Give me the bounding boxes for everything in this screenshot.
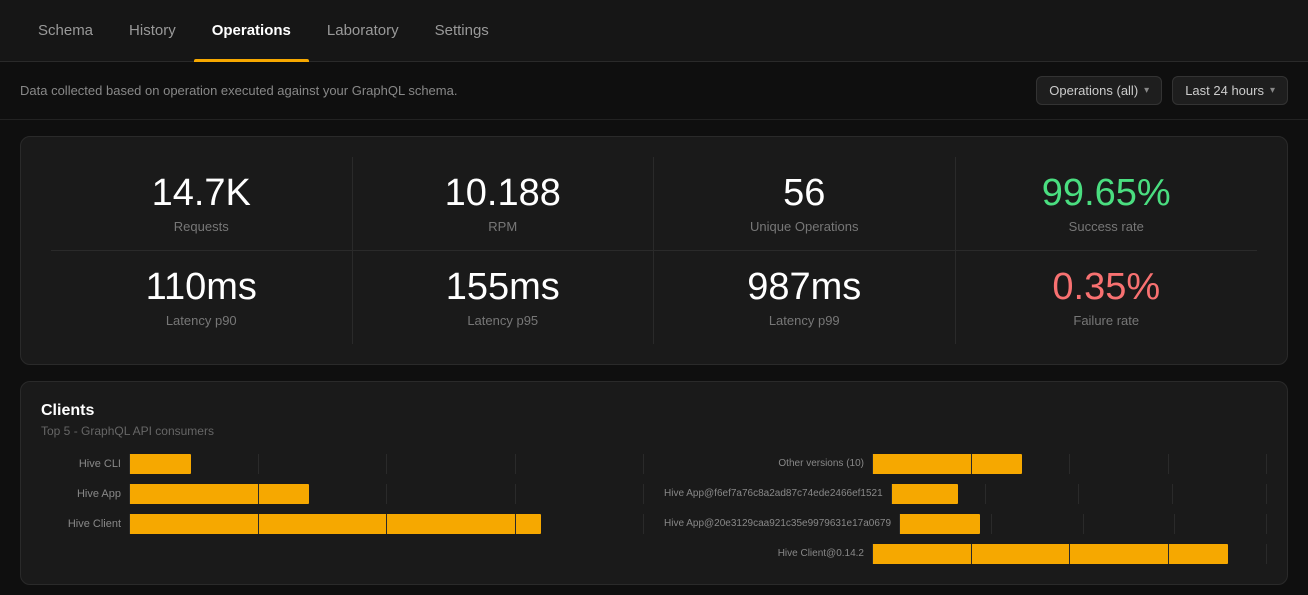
bar-label: Hive App bbox=[41, 488, 121, 500]
right-chart: Other versions (10) Hive App@f6ef7a76c8a… bbox=[664, 454, 1267, 564]
bar-row: Other versions (10) bbox=[664, 454, 1267, 474]
bar-fill bbox=[891, 484, 959, 504]
stat-success-rate-label: Success rate bbox=[976, 219, 1238, 234]
operations-filter-button[interactable]: Operations (all) ▾ bbox=[1036, 76, 1162, 105]
bar-row: Hive App bbox=[41, 484, 644, 504]
stat-latency-p99-label: Latency p99 bbox=[674, 313, 935, 328]
subheader-description: Data collected based on operation execut… bbox=[20, 83, 457, 98]
chart-container: Hive CLI Hive App bbox=[41, 454, 1267, 564]
clients-section: Clients Top 5 - GraphQL API consumers Hi… bbox=[20, 381, 1288, 585]
bar-fill bbox=[899, 514, 980, 534]
stat-failure-rate-label: Failure rate bbox=[976, 313, 1238, 328]
bar-label: Other versions (10) bbox=[664, 458, 864, 469]
bar-fill bbox=[872, 454, 1022, 474]
clients-subtitle: Top 5 - GraphQL API consumers bbox=[41, 424, 1267, 438]
time-filter-label: Last 24 hours bbox=[1185, 83, 1264, 98]
stat-rpm-label: RPM bbox=[373, 219, 634, 234]
bar-track-container bbox=[891, 484, 1267, 504]
right-bar-chart: Other versions (10) Hive App@f6ef7a76c8a… bbox=[664, 454, 1267, 564]
stat-latency-p95-label: Latency p95 bbox=[373, 313, 634, 328]
operations-filter-label: Operations (all) bbox=[1049, 83, 1138, 98]
stat-requests-value: 14.7K bbox=[71, 173, 332, 215]
bar-fill bbox=[129, 514, 541, 534]
main-nav: Schema History Operations Laboratory Set… bbox=[0, 0, 1308, 62]
stat-unique-ops-value: 56 bbox=[674, 173, 935, 215]
stat-failure-rate-value: 0.35% bbox=[976, 267, 1238, 309]
bar-fill bbox=[129, 454, 191, 474]
stat-success-rate: 99.65% Success rate bbox=[956, 157, 1258, 251]
tab-settings[interactable]: Settings bbox=[417, 0, 507, 62]
bar-label: Hive Client bbox=[41, 518, 121, 530]
bar-row: Hive App@20e3129caa921c35e9979631e17a067… bbox=[664, 514, 1267, 534]
bar-label: Hive App@f6ef7a76c8a2ad87c74ede2466ef152… bbox=[664, 488, 883, 499]
time-filter-button[interactable]: Last 24 hours ▾ bbox=[1172, 76, 1288, 105]
stat-rpm-value: 10.188 bbox=[373, 173, 634, 215]
bar-row: Hive Client@0.14.2 bbox=[664, 544, 1267, 564]
clients-title: Clients bbox=[41, 402, 1267, 420]
stat-latency-p95-value: 155ms bbox=[373, 267, 634, 309]
bar-row: Hive App@f6ef7a76c8a2ad87c74ede2466ef152… bbox=[664, 484, 1267, 504]
stat-requests-label: Requests bbox=[71, 219, 332, 234]
stat-latency-p99: 987ms Latency p99 bbox=[654, 251, 956, 344]
left-bar-chart: Hive CLI Hive App bbox=[41, 454, 644, 534]
bar-track-container bbox=[899, 514, 1267, 534]
bar-track-container bbox=[872, 544, 1267, 564]
stat-failure-rate: 0.35% Failure rate bbox=[956, 251, 1258, 344]
stat-unique-ops-label: Unique Operations bbox=[674, 219, 935, 234]
bar-fill bbox=[872, 544, 1228, 564]
tab-laboratory[interactable]: Laboratory bbox=[309, 0, 417, 62]
stat-success-rate-value: 99.65% bbox=[976, 173, 1238, 215]
bar-label: Hive App@20e3129caa921c35e9979631e17a067… bbox=[664, 518, 891, 529]
tab-operations[interactable]: Operations bbox=[194, 0, 309, 62]
bar-label: Hive Client@0.14.2 bbox=[664, 548, 864, 559]
stat-rpm: 10.188 RPM bbox=[353, 157, 655, 251]
bar-fill bbox=[129, 484, 309, 504]
bar-row: Hive Client bbox=[41, 514, 644, 534]
time-filter-chevron-icon: ▾ bbox=[1270, 85, 1275, 96]
left-chart: Hive CLI Hive App bbox=[41, 454, 644, 564]
stat-latency-p90-value: 110ms bbox=[71, 267, 332, 309]
bar-track-container bbox=[129, 514, 644, 534]
operations-filter-chevron-icon: ▾ bbox=[1144, 85, 1149, 96]
tab-schema[interactable]: Schema bbox=[20, 0, 111, 62]
bar-track-container bbox=[872, 454, 1267, 474]
stat-latency-p90: 110ms Latency p90 bbox=[51, 251, 353, 344]
stat-requests: 14.7K Requests bbox=[51, 157, 353, 251]
bar-label: Hive CLI bbox=[41, 458, 121, 470]
subheader: Data collected based on operation execut… bbox=[0, 62, 1308, 120]
bar-track-container bbox=[129, 484, 644, 504]
stat-latency-p99-value: 987ms bbox=[674, 267, 935, 309]
bar-row: Hive CLI bbox=[41, 454, 644, 474]
stats-card: 14.7K Requests 10.188 RPM 56 Unique Oper… bbox=[20, 136, 1288, 365]
subheader-controls: Operations (all) ▾ Last 24 hours ▾ bbox=[1036, 76, 1288, 105]
stat-latency-p90-label: Latency p90 bbox=[71, 313, 332, 328]
bar-track-container bbox=[129, 454, 644, 474]
tab-history[interactable]: History bbox=[111, 0, 194, 62]
stat-unique-ops: 56 Unique Operations bbox=[654, 157, 956, 251]
stat-latency-p95: 155ms Latency p95 bbox=[353, 251, 655, 344]
